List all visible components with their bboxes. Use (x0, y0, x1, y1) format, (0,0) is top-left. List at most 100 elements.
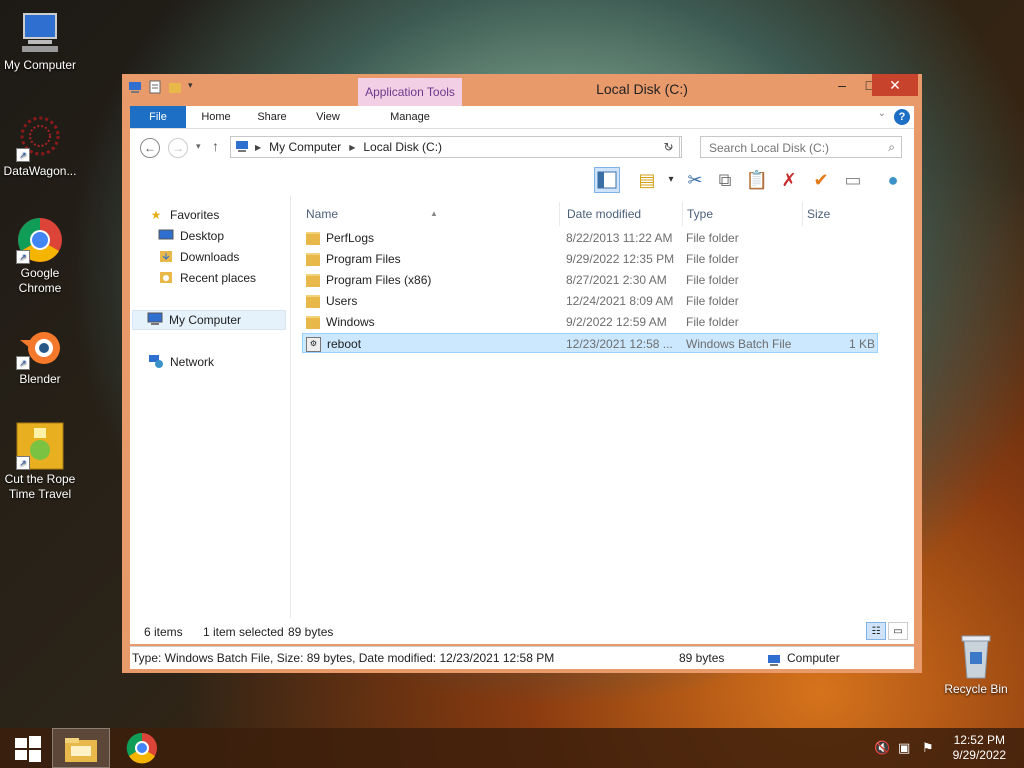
breadcrumb-local-disk[interactable]: Local Disk (C:) (363, 140, 442, 154)
nav-my-computer-label: My Computer (169, 313, 242, 327)
desktop-icon-label: Cut the Rope Time Travel (4, 472, 76, 501)
nav-downloads[interactable]: Downloads (158, 247, 239, 267)
computer-icon (16, 8, 64, 56)
file-row[interactable]: Windows 9/2/2022 12:59 AM File folder (302, 312, 878, 332)
network-globe-icon[interactable]: ● (880, 167, 906, 193)
refresh-button[interactable]: ↻ (658, 136, 680, 158)
rename-check-icon[interactable]: ✔ (808, 167, 834, 193)
back-button[interactable]: ← (140, 138, 160, 158)
desktop-icon-blender[interactable]: ↗ Blender (0, 322, 80, 387)
copy-icon[interactable]: ⧉ (712, 167, 738, 193)
search-icon[interactable]: ⌕ (888, 140, 895, 155)
recent-locations-icon[interactable]: ▾ (196, 141, 201, 152)
rename-box-icon[interactable]: ▭ (840, 167, 866, 193)
preview-pane-button[interactable] (594, 167, 620, 193)
breadcrumb-separator-icon[interactable]: ▶ (255, 143, 261, 152)
nav-desktop-label: Desktop (180, 229, 225, 243)
computer-small-icon (235, 140, 249, 155)
tab-file[interactable]: File (130, 106, 186, 128)
column-size[interactable]: Size (803, 202, 883, 226)
shortcut-arrow-icon: ↗ (16, 250, 30, 264)
file-row[interactable]: Program Files 9/29/2022 12:35 PM File fo… (302, 249, 878, 269)
details-location: Computer (787, 651, 840, 665)
title-bar[interactable]: ▾ Application Tools Local Disk (C:) – □ … (122, 74, 922, 106)
start-button[interactable] (0, 728, 56, 768)
desktop-icon-chrome[interactable]: ↗ Google Chrome (0, 216, 80, 296)
clock-date: 9/29/2022 (952, 748, 1006, 762)
nav-recent-places-label: Recent places (180, 271, 257, 285)
new-folder-icon[interactable] (168, 80, 182, 94)
star-icon: ★ (150, 208, 162, 222)
desktop-icon-label: Recycle Bin (944, 682, 1008, 696)
downloads-icon (158, 249, 174, 265)
help-icon[interactable]: ? (894, 109, 910, 125)
taskbar-chrome[interactable] (114, 728, 170, 768)
breadcrumb-separator-icon[interactable]: ▶ (349, 143, 355, 152)
clock[interactable]: 12:52 PM 9/29/2022 (953, 733, 1006, 763)
customize-dropdown-icon[interactable]: ▾ (188, 80, 202, 94)
taskbar-file-explorer[interactable] (52, 728, 110, 768)
desktop-icon-my-computer[interactable]: My Computer (0, 8, 80, 73)
desktop-icon-label: Google Chrome (18, 266, 62, 295)
dropdown-icon[interactable]: ▾ (658, 167, 684, 193)
file-list: Name ▲ Date modified Type Size PerfLogs … (302, 196, 902, 618)
file-row[interactable]: Users 12/24/2021 8:09 AM File folder (302, 291, 878, 311)
desktop-icon-recycle-bin[interactable]: Recycle Bin (936, 632, 1016, 697)
details-size: 89 bytes (679, 651, 725, 665)
window-title: Local Disk (C:) (596, 81, 688, 97)
tab-manage[interactable]: Manage (382, 106, 438, 128)
file-row-selected[interactable]: ⚙ reboot 12/23/2021 12:58 ... Windows Bat… (302, 333, 878, 353)
column-name[interactable]: Name ▲ (302, 202, 560, 226)
nav-recent-places[interactable]: Recent places (158, 268, 256, 288)
file-name: PerfLogs (326, 231, 375, 245)
file-name: Program Files (326, 252, 401, 266)
up-button[interactable]: ↑ (212, 138, 219, 154)
chrome-icon (126, 732, 157, 764)
address-bar[interactable]: ▶ My Computer ▶ Local Disk (C:) ⌄ (230, 136, 682, 158)
ribbon-expand-icon[interactable]: ⌄ (878, 108, 886, 119)
nav-network[interactable]: Network (148, 352, 214, 372)
desktop-icon-datawagon[interactable]: ↗ DataWagon... (0, 114, 80, 179)
cut-icon[interactable]: ✂ (682, 167, 708, 193)
file-name: reboot (327, 337, 362, 351)
file-date: 12/23/2021 12:58 ... (566, 337, 673, 351)
file-date: 9/29/2022 12:35 PM (566, 252, 675, 266)
file-row[interactable]: Program Files (x86) 8/27/2021 2:30 AM Fi… (302, 270, 878, 290)
forward-button[interactable]: → (168, 138, 188, 158)
search-input[interactable] (707, 138, 881, 158)
nav-favorites[interactable]: ★ Favorites (148, 205, 220, 225)
sort-ascending-icon: ▲ (430, 209, 438, 218)
column-date-modified[interactable]: Date modified (563, 202, 683, 226)
file-name: Windows (326, 315, 375, 329)
large-icons-view-button[interactable]: ▭ (888, 622, 908, 640)
nav-favorites-label: Favorites (170, 208, 220, 222)
breadcrumb-my-computer[interactable]: My Computer (269, 140, 341, 154)
delete-icon[interactable]: ✗ (776, 167, 802, 193)
desktop-icon-cut-the-rope[interactable]: ↗ Cut the Rope Time Travel (0, 422, 80, 502)
minimize-button[interactable]: – (828, 74, 856, 96)
paste-icon[interactable]: 📋 (744, 167, 770, 193)
ribbon-tabs: File Home Share View Manage ⌄ ? (130, 106, 914, 128)
action-center-icon[interactable]: ⚑ (922, 740, 934, 756)
tab-view[interactable]: View (304, 106, 352, 128)
nav-my-computer[interactable]: My Computer (132, 310, 286, 330)
file-row[interactable]: PerfLogs 8/22/2013 11:22 AM File folder (302, 228, 878, 248)
properties-icon[interactable]: ▤ (634, 167, 660, 193)
network-tray-icon[interactable]: ▣ (898, 740, 910, 756)
file-type: Windows Batch File (686, 337, 792, 351)
explorer-window: ▾ Application Tools Local Disk (C:) – □ … (122, 74, 922, 673)
selection-size: 89 bytes (288, 625, 334, 639)
taskbar: 🔇 ▣ ⚑ 12:52 PM 9/29/2022 (0, 728, 1024, 768)
properties-icon[interactable] (148, 80, 162, 94)
tab-share[interactable]: Share (248, 106, 296, 128)
search-box[interactable]: ⌕ (700, 136, 902, 158)
nav-desktop[interactable]: Desktop (158, 226, 224, 246)
folder-icon (306, 295, 320, 309)
details-view-button[interactable]: ☷ (866, 622, 886, 640)
close-button[interactable]: ✕ (872, 74, 918, 96)
volume-muted-icon[interactable]: 🔇 (874, 740, 890, 756)
computer-small-icon[interactable] (128, 80, 142, 94)
tab-home[interactable]: Home (192, 106, 240, 128)
column-type[interactable]: Type (683, 202, 803, 226)
application-tools-context-tab: Application Tools (358, 78, 462, 106)
